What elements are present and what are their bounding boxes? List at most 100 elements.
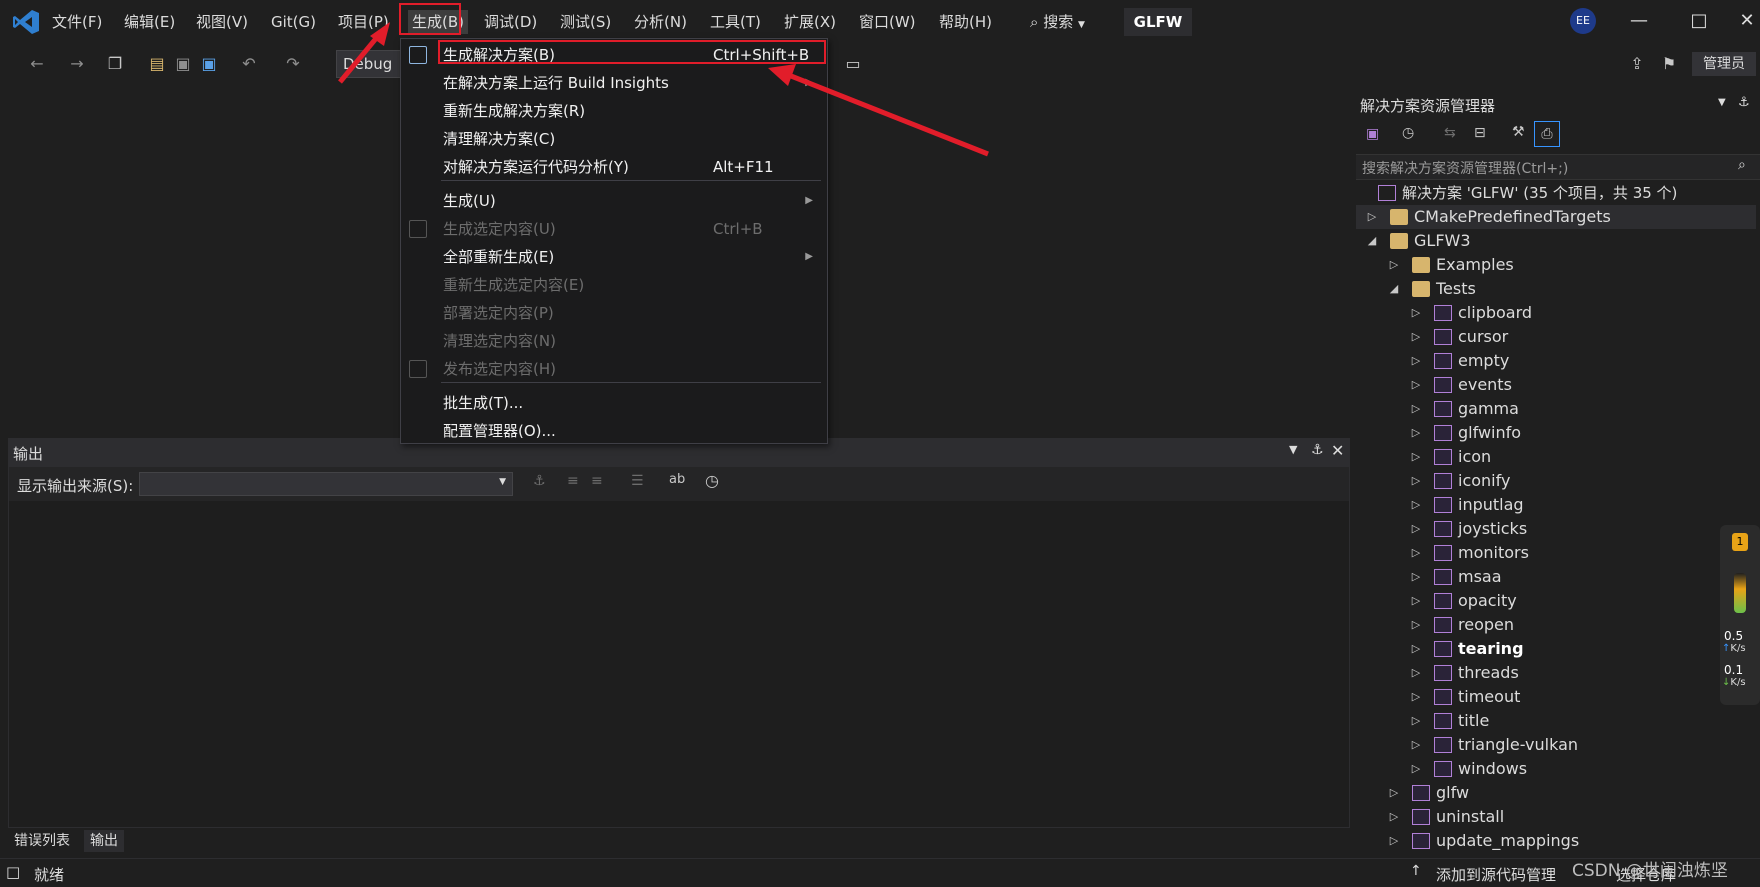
back-icon[interactable]: ← (26, 53, 48, 75)
tree-node-project[interactable]: ▷ monitors (1356, 541, 1756, 565)
tree-node-project[interactable]: ▷ title (1356, 709, 1756, 733)
tree-node-project[interactable]: ▷ msaa (1356, 565, 1756, 589)
menu-item-10[interactable]: 扩展(X) (780, 10, 840, 34)
pin-icon[interactable]: ⚓ (1738, 95, 1750, 110)
expand-arrow-icon[interactable]: ▷ (1410, 469, 1422, 493)
expand-arrow-icon[interactable]: ▷ (1410, 709, 1422, 733)
preview-icon[interactable]: ⎙ (1534, 121, 1560, 147)
feedback-icon[interactable]: ⚑ (1658, 53, 1680, 75)
tree-node-folder[interactable]: ▷ CMakePredefinedTargets (1356, 205, 1756, 229)
tree-node-folder[interactable]: ▷ Examples (1356, 253, 1756, 277)
menu-item-2[interactable]: 视图(V) (192, 10, 252, 34)
close-button[interactable]: ✕ (1732, 8, 1760, 34)
browser-link-icon[interactable]: ▭ (842, 53, 864, 75)
tree-node-project[interactable]: ▷ gamma (1356, 397, 1756, 421)
save-icon[interactable]: ▣ (172, 53, 194, 75)
expand-arrow-icon[interactable]: ▷ (1410, 565, 1422, 589)
expand-arrow-icon[interactable]: ▷ (1388, 829, 1400, 853)
expand-arrow-icon[interactable]: ▷ (1410, 421, 1422, 445)
new-project-icon[interactable]: ❐ (104, 53, 126, 75)
expand-arrow-icon[interactable]: ▷ (1410, 493, 1422, 517)
output-content[interactable] (9, 501, 1349, 827)
tree-node-project[interactable]: ▷ tearing (1356, 637, 1756, 661)
sync-icon[interactable]: ⇆ (1444, 125, 1456, 141)
tree-node-project[interactable]: ▷ icon (1356, 445, 1756, 469)
menu-item-9[interactable]: 工具(T) (706, 10, 765, 34)
minimize-button[interactable]: — (1624, 8, 1654, 34)
close-icon[interactable]: ✕ (1331, 441, 1344, 460)
expand-arrow-icon[interactable]: ▷ (1410, 517, 1422, 541)
expand-arrow-icon[interactable]: ▷ (1410, 637, 1422, 661)
expand-arrow-icon[interactable]: ▷ (1410, 757, 1422, 781)
switch-views-icon[interactable]: ▣ (1366, 126, 1379, 142)
build-menu-item-13[interactable]: 配置管理器(O)... (401, 417, 827, 445)
menu-item-0[interactable]: 文件(F) (48, 10, 106, 34)
expand-arrow-icon[interactable]: ▷ (1410, 373, 1422, 397)
tree-node-folder[interactable]: ◢ GLFW3 (1356, 229, 1756, 253)
tree-node-project[interactable]: ▷ threads (1356, 661, 1756, 685)
output-source-select[interactable]: ▼ (139, 472, 513, 496)
build-menu-item-12[interactable]: 批生成(T)... (401, 389, 827, 417)
redo-icon[interactable]: ↷ (282, 53, 304, 75)
tree-node-project[interactable]: ▷ clipboard (1356, 301, 1756, 325)
search-box[interactable]: ⌕ 搜索 ▼ (1030, 10, 1085, 34)
expand-arrow-icon[interactable]: ▷ (1410, 541, 1422, 565)
expand-arrow-icon[interactable]: ▷ (1410, 685, 1422, 709)
properties-icon[interactable]: ⚒ (1512, 124, 1525, 140)
prev-message-icon[interactable]: ≡ (567, 473, 579, 489)
tree-node-project[interactable]: ▷ uninstall (1356, 805, 1756, 829)
solution-explorer-search[interactable]: 搜索解决方案资源管理器(Ctrl+;) ⌕ (1356, 154, 1760, 180)
tree-node-project[interactable]: ▷ empty (1356, 349, 1756, 373)
add-to-source-control[interactable]: 添加到源代码管理 (1436, 864, 1556, 885)
expand-arrow-icon[interactable]: ▷ (1410, 349, 1422, 373)
open-folder-icon[interactable]: ▤ (146, 53, 168, 75)
expand-arrow-icon[interactable]: ▷ (1410, 301, 1422, 325)
collapse-arrow-icon[interactable]: ◢ (1366, 229, 1378, 253)
next-message-icon[interactable]: ≡ (591, 473, 603, 489)
collapse-all-icon[interactable]: ⊟ (1474, 125, 1486, 141)
expand-arrow-icon[interactable]: ▷ (1410, 589, 1422, 613)
build-menu-item-4[interactable]: 对解决方案运行代码分析(Y) Alt+F11 (401, 153, 827, 181)
expand-arrow-icon[interactable]: ▷ (1388, 253, 1400, 277)
admin-button[interactable]: 管理员 (1692, 52, 1756, 76)
build-menu-item-3[interactable]: 清理解决方案(C) (401, 125, 827, 153)
menu-item-4[interactable]: 项目(P) (334, 10, 393, 34)
menu-item-1[interactable]: 编辑(E) (120, 10, 179, 34)
tree-node-project[interactable]: ▷ events (1356, 373, 1756, 397)
expand-arrow-icon[interactable]: ▷ (1410, 733, 1422, 757)
tree-node-project[interactable]: ▷ cursor (1356, 325, 1756, 349)
pin-icon[interactable]: ⚓ (1311, 442, 1324, 458)
undo-icon[interactable]: ↶ (238, 53, 260, 75)
tree-node-project[interactable]: ▷ inputlag (1356, 493, 1756, 517)
tree-node-project[interactable]: ▷ glfwinfo (1356, 421, 1756, 445)
expand-arrow-icon[interactable]: ▷ (1388, 781, 1400, 805)
tree-node-project[interactable]: ▷ reopen (1356, 613, 1756, 637)
maximize-button[interactable]: □ (1684, 8, 1714, 34)
forward-icon[interactable]: → (66, 53, 88, 75)
tree-node-project[interactable]: ▷ windows (1356, 757, 1756, 781)
build-menu-item-5[interactable]: 生成(U) ▶ (401, 187, 827, 215)
find-message-icon[interactable]: ⚓ (533, 473, 546, 489)
build-menu-item-2[interactable]: 重新生成解决方案(R) (401, 97, 827, 125)
expand-arrow-icon[interactable]: ▷ (1410, 613, 1422, 637)
menu-item-12[interactable]: 帮助(H) (935, 10, 996, 34)
tree-node-project[interactable]: ▷ triangle-vulkan (1356, 733, 1756, 757)
panel-dropdown-icon[interactable]: ▼ (1718, 97, 1726, 108)
collapse-arrow-icon[interactable]: ◢ (1388, 277, 1400, 301)
tree-node-project[interactable]: ▷ timeout (1356, 685, 1756, 709)
menu-item-6[interactable]: 调试(D) (480, 10, 541, 34)
panel-dropdown-icon[interactable]: ▼ (1289, 443, 1297, 456)
menu-item-3[interactable]: Git(G) (267, 10, 320, 34)
tree-node-folder[interactable]: ◢ Tests (1356, 277, 1756, 301)
save-all-icon[interactable]: ▣ (198, 53, 220, 75)
expand-arrow-icon[interactable]: ▷ (1366, 205, 1378, 229)
live-share-icon[interactable]: ⇪ (1626, 53, 1648, 75)
pending-changes-icon[interactable]: ◷ (1402, 125, 1414, 141)
tree-node-project[interactable]: ▷ glfw (1356, 781, 1756, 805)
tree-node-project[interactable]: ▷ opacity (1356, 589, 1756, 613)
menu-item-8[interactable]: 分析(N) (630, 10, 691, 34)
solution-node[interactable]: 解决方案 'GLFW' (35 个项目，共 35 个) (1356, 181, 1756, 205)
expand-arrow-icon[interactable]: ▷ (1410, 397, 1422, 421)
expand-arrow-icon[interactable]: ▷ (1410, 325, 1422, 349)
expand-arrow-icon[interactable]: ▷ (1410, 661, 1422, 685)
